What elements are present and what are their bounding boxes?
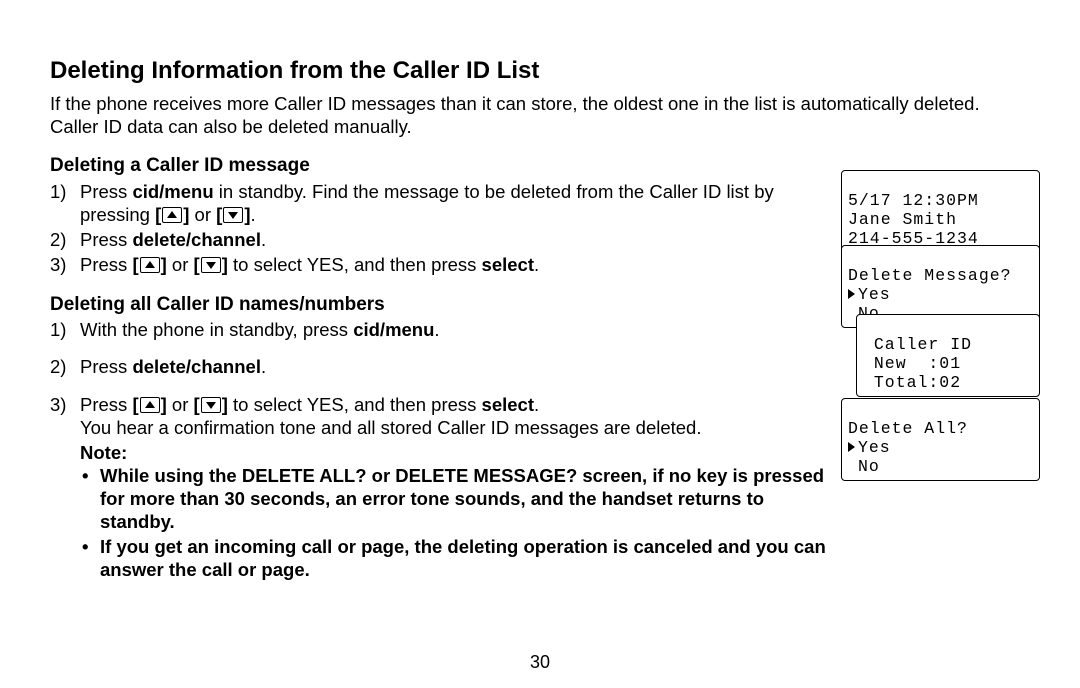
step-b1: With the phone in standby, press cid/men… — [76, 318, 830, 341]
manual-page: Deleting Information from the Caller ID … — [0, 0, 1080, 688]
section-a-heading: Deleting a Caller ID message — [50, 154, 830, 178]
text: to select YES, and then press — [228, 254, 482, 275]
text: . — [261, 229, 266, 250]
text: or — [167, 254, 194, 275]
text: . — [261, 356, 266, 377]
up-arrow-icon — [162, 207, 182, 223]
lcd-line: Caller ID — [863, 335, 972, 354]
text: Press — [80, 254, 132, 275]
left-column: Deleting a Caller ID message Press cid/m… — [50, 154, 830, 581]
text: or — [189, 204, 216, 225]
step-b3-extra: You hear a confirmation tone and all sto… — [80, 417, 701, 438]
key-select: select — [482, 394, 534, 415]
text: . — [534, 254, 539, 275]
down-arrow-icon — [201, 397, 221, 413]
bracket: [ — [194, 394, 200, 415]
page-title: Deleting Information from the Caller ID … — [50, 56, 1030, 86]
key-cid-menu: cid/menu — [132, 181, 213, 202]
lcd-caller-entry: 5/17 12:30PM Jane Smith 214-555-1234 — [841, 170, 1040, 253]
step-b3: Press [] or [] to select YES, and then p… — [76, 393, 830, 439]
text: . — [251, 204, 256, 225]
note-label: Note: — [80, 441, 830, 464]
key-delete-channel: delete/channel — [132, 229, 261, 250]
text: Press — [80, 181, 132, 202]
bracket: [ — [194, 254, 200, 275]
bracket: [ — [216, 204, 222, 225]
lcd-line: New :01 — [863, 354, 961, 373]
lcd-line: 5/17 12:30PM — [848, 191, 979, 210]
lcd-option-yes: Yes — [848, 438, 891, 457]
note-2: If you get an incoming call or page, the… — [100, 535, 830, 581]
step-a3: Press [] or [] to select YES, and then p… — [76, 253, 830, 276]
lcd-caller-id-summary: Caller ID New :01 Total:02 — [856, 314, 1040, 397]
text: Press — [80, 356, 132, 377]
lcd-option-yes: Yes — [848, 285, 891, 304]
lcd-line: Delete All? — [848, 419, 968, 438]
step-b2: Press delete/channel. — [76, 355, 830, 378]
up-arrow-icon — [140, 397, 160, 413]
down-arrow-icon — [201, 257, 221, 273]
note-list: While using the DELETE ALL? or DELETE ME… — [50, 464, 830, 582]
lcd-option-no: No — [848, 457, 880, 476]
text: . — [534, 394, 539, 415]
text: to select YES, and then press — [228, 394, 482, 415]
intro-paragraph: If the phone receives more Caller ID mes… — [50, 92, 1030, 138]
lcd-delete-all: Delete All? Yes No — [841, 398, 1040, 481]
page-number: 30 — [0, 651, 1080, 674]
text: . — [434, 319, 439, 340]
key-delete-channel: delete/channel — [132, 356, 261, 377]
key-select: select — [482, 254, 534, 275]
step-a2: Press delete/channel. — [76, 228, 830, 251]
step-a1: Press cid/menu in standby. Find the mess… — [76, 180, 830, 226]
note-1: While using the DELETE ALL? or DELETE ME… — [100, 464, 830, 533]
section-b-heading: Deleting all Caller ID names/numbers — [50, 293, 830, 317]
lcd-line: Jane Smith — [848, 210, 957, 229]
lcd-line: Total:02 — [863, 373, 961, 392]
lcd-line: Delete Message? — [848, 266, 1012, 285]
text: Press — [80, 229, 132, 250]
bracket: [ — [132, 394, 138, 415]
text: Press — [80, 394, 132, 415]
text: With the phone in standby, press — [80, 319, 353, 340]
bracket: [ — [132, 254, 138, 275]
section-a-steps: Press cid/menu in standby. Find the mess… — [50, 180, 830, 277]
key-cid-menu: cid/menu — [353, 319, 434, 340]
down-arrow-icon — [223, 207, 243, 223]
bracket: [ — [155, 204, 161, 225]
up-arrow-icon — [140, 257, 160, 273]
text: or — [167, 394, 194, 415]
section-b-steps: With the phone in standby, press cid/men… — [50, 318, 830, 439]
